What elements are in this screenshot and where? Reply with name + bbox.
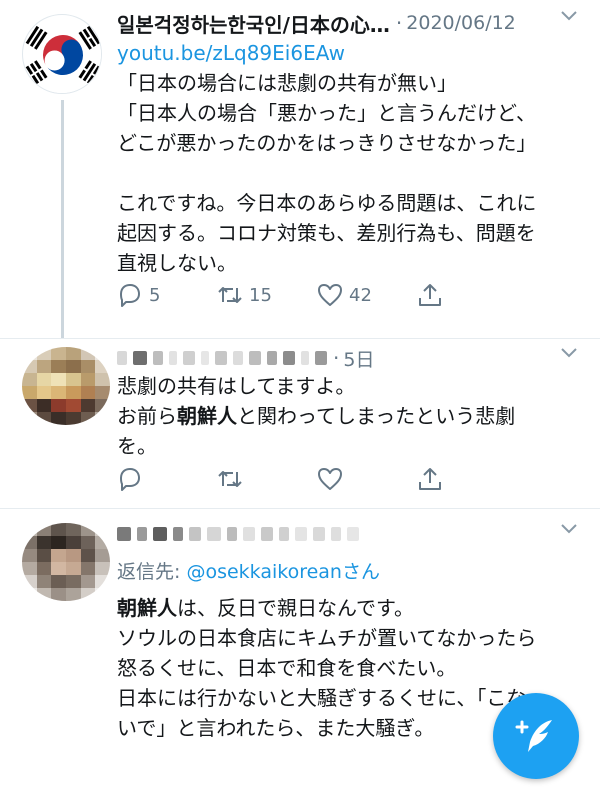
thread-connector xyxy=(61,100,64,338)
tweet-1[interactable]: 일본걱정하는한국인/日本の心… · 2020/06/12 youtu.be/zL… xyxy=(0,0,600,338)
chevron-down-icon[interactable] xyxy=(560,347,578,359)
tweet-header: 일본걱정하는한국인/日本の心… · 2020/06/12 xyxy=(117,8,587,38)
tweet-date[interactable]: 2020/06/12 xyxy=(406,12,516,34)
tweet-actions: 5 15 42 xyxy=(117,280,517,310)
compose-tweet-icon xyxy=(515,720,552,752)
chevron-down-icon[interactable] xyxy=(560,10,578,22)
like-icon xyxy=(318,284,342,306)
tweet-header xyxy=(117,519,587,549)
author-name-blurred[interactable] xyxy=(117,527,359,541)
avatar[interactable] xyxy=(22,14,102,94)
separator-dot: · xyxy=(333,346,340,370)
reply-button[interactable]: 5 xyxy=(117,280,217,310)
retweet-button[interactable]: 15 xyxy=(217,280,317,310)
tweet-actions xyxy=(117,464,517,494)
reply-count: 5 xyxy=(149,284,161,306)
compose-tweet-button[interactable] xyxy=(493,693,579,779)
like-icon xyxy=(318,468,342,490)
like-count: 42 xyxy=(349,284,372,306)
reply-to-label: 返信先: @osekkaikoreanさん xyxy=(117,561,380,583)
avatar-blurred[interactable] xyxy=(22,523,110,601)
like-button[interactable]: 42 xyxy=(317,280,417,310)
retweet-button[interactable] xyxy=(217,464,317,494)
author-name-blurred[interactable] xyxy=(117,351,327,365)
retweet-icon xyxy=(218,287,242,303)
tweet-text: 悲劇の共有はしてますよ。 お前ら朝鮮人と関わってしまったという悲劇 を。 xyxy=(117,374,516,458)
retweet-count: 15 xyxy=(249,284,272,306)
reply-button[interactable] xyxy=(117,464,217,494)
share-button[interactable] xyxy=(417,280,517,310)
avatar-blurred[interactable] xyxy=(22,347,110,425)
retweet-icon xyxy=(218,471,242,487)
korean-flag-icon xyxy=(24,16,101,93)
author-name[interactable]: 일본걱정하는한국인/日本の心… xyxy=(117,9,390,38)
reply-to-handle[interactable]: @osekkaikorean xyxy=(186,561,342,583)
reply-icon xyxy=(120,284,140,307)
tweet-date[interactable]: 5日 xyxy=(343,345,374,372)
reply-icon xyxy=(120,468,140,491)
like-button[interactable] xyxy=(317,464,417,494)
share-button[interactable] xyxy=(417,464,517,494)
share-icon xyxy=(419,284,441,306)
tweet-2[interactable]: · 5日 悲劇の共有はしてますよ。 お前ら朝鮮人と関わってしまったという悲劇 を… xyxy=(0,338,600,508)
tweet-link[interactable]: youtu.be/zLq89Ei6EAw xyxy=(117,38,587,68)
tweet-header: · 5日 xyxy=(117,343,587,373)
chevron-down-icon[interactable] xyxy=(560,523,578,535)
share-icon xyxy=(419,468,441,490)
separator-dot: · xyxy=(395,11,403,35)
tweet-text: 「日本の場合には悲劇の共有が無い」 「日本人の場合「悪かった」と言うんだけど、 … xyxy=(117,71,537,275)
